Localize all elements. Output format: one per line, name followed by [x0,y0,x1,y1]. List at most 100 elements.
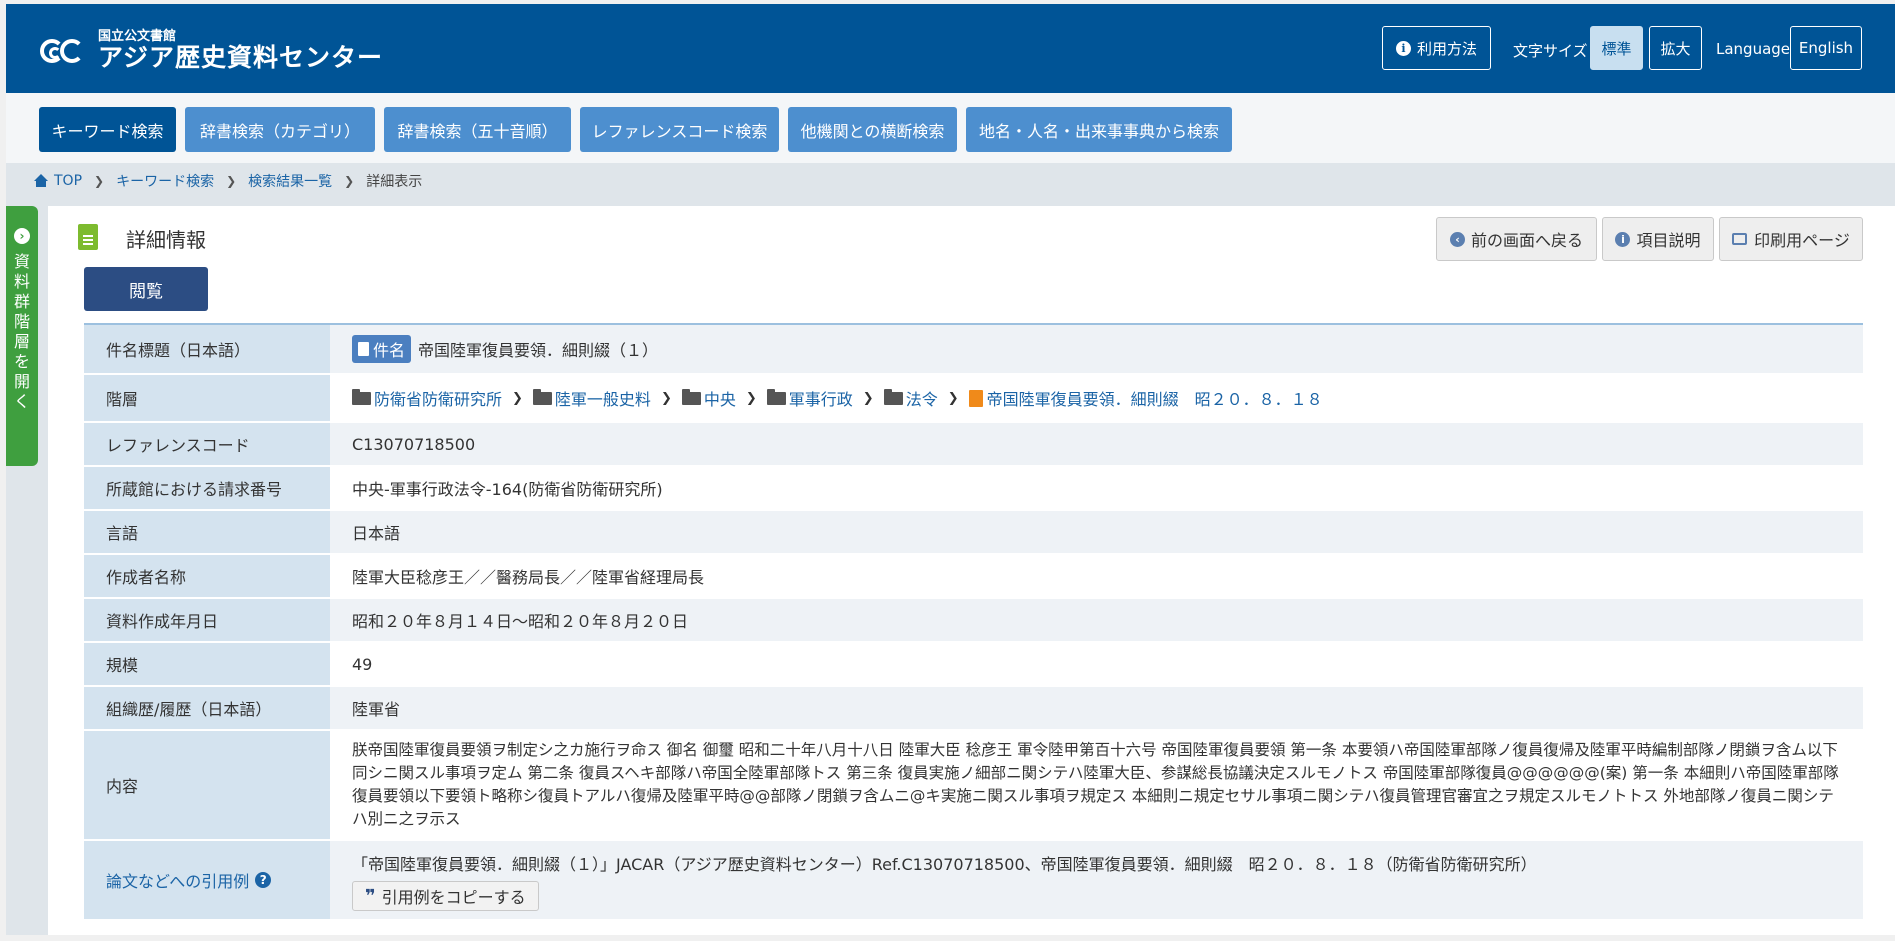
table-row: 所蔵館における請求番号 中央-軍事行政法令-164(防衛省防衛研究所) [84,467,1863,511]
hierarchy-link[interactable]: 中央 [704,386,736,410]
citation-value: 「帝国陸軍復員要領．細則綴（１）」JACAR（アジア歴史資料センター）Ref.C… [352,855,1537,874]
logo-mark-icon [40,33,92,69]
info-icon: i [1615,231,1631,247]
document-icon [78,224,98,250]
tab-keyword-search[interactable]: キーワード検索 [39,107,176,152]
chevron-right-icon: ❯ [512,390,523,406]
explain-button[interactable]: i 項目説明 [1602,217,1714,261]
table-row: レファレンスコード C13070718500 [84,423,1863,467]
help-icon[interactable]: ? [255,872,272,888]
language-label: Language [1716,40,1791,58]
search-nav: キーワード検索 辞書検索（カテゴリ） 辞書検索（五十音順） レファレンスコード検… [6,93,1895,163]
hierarchy-link[interactable]: 帝国陸軍復員要領．細則綴 昭２０．８．１８ [987,386,1323,410]
back-button[interactable]: ‹ 前の画面へ戻る [1436,217,1597,261]
usage-label: 利用方法 [1416,39,1477,58]
language-value: 日本語 [330,511,1863,553]
font-size-label: 文字サイズ [1513,42,1588,60]
quote-icon: ❞ [365,885,376,907]
tab-dictionary-category[interactable]: 辞書検索（カテゴリ） [185,107,375,152]
item-badge: 件名 [352,335,412,363]
printer-icon [1732,233,1748,245]
tab-dictionary-gojuon[interactable]: 辞書検索（五十音順） [384,107,571,152]
logo-subtitle: 国立公文書館 [98,29,177,44]
logo-title: アジア歴史資料センター [98,43,384,72]
chevron-right-icon: › [14,228,30,244]
breadcrumb: TOP ❯ キーワード検索 ❯ 検索結果一覧 ❯ 詳細表示 [33,171,422,191]
tab-reference-code-search[interactable]: レファレンスコード検索 [580,107,779,152]
chevron-right-icon: ❯ [94,174,105,188]
row-label: 階層 [84,375,330,421]
refcode-value: C13070718500 [330,423,1863,465]
hierarchy-link[interactable]: 陸軍一般史料 [555,386,651,410]
hierarchy-link[interactable]: 防衛省防衛研究所 [374,386,502,410]
chevron-right-icon: ❯ [226,174,237,188]
home-icon [33,174,49,188]
table-row: 組織歴/履歴（日本語） 陸軍省 [84,687,1863,731]
breadcrumb-keyword-search[interactable]: キーワード検索 [116,171,214,191]
hierarchy-open-label: 資料群階層を開く [13,252,30,411]
copy-citation-label: 引用例をコピーする [381,888,526,907]
organization-value: 陸軍省 [330,687,1863,729]
folder-icon [352,388,371,405]
table-row: 論文などへの引用例 ? 「帝国陸軍復員要領．細則綴（１）」JACAR（アジア歴史… [84,841,1863,921]
breadcrumb-top[interactable]: TOP [54,173,82,189]
chevron-right-icon: ❯ [344,174,355,188]
english-button[interactable]: English [1790,26,1862,70]
citation-label[interactable]: 論文などへの引用例 [106,868,249,892]
back-button-label: 前の画面へ戻る [1470,231,1583,250]
row-label: 規模 [84,643,330,685]
explain-button-label: 項目説明 [1636,231,1701,250]
view-button[interactable]: 閲覧 [84,267,208,311]
folder-icon [681,388,701,405]
table-row: 作成者名称 陸軍大臣稔彦王／／醫務局長／／陸軍省経理局長 [84,555,1863,599]
author-value: 陸軍大臣稔彦王／／醫務局長／／陸軍省経理局長 [330,555,1863,597]
page-title: 詳細情報 [126,228,206,252]
site-logo[interactable]: 国立公文書館 アジア歴史資料センター [40,30,383,72]
row-label: 内容 [84,731,330,839]
folder-icon [766,388,786,405]
folder-icon [532,388,552,405]
date-value: 昭和２０年８月１４日～昭和２０年８月２０日 [330,599,1863,641]
usage-button[interactable]: i 利用方法 [1382,26,1491,70]
content-value: 朕帝国陸軍復員要領ヲ制定シ之カ施行ヲ命ス 御名 御璽 昭和二十年八月十八日 陸軍… [352,741,1839,828]
font-standard-button[interactable]: 標準 [1590,26,1643,70]
row-label: 作成者名称 [84,555,330,597]
print-button-label: 印刷用ページ [1754,231,1850,250]
row-label: 資料作成年月日 [84,599,330,641]
table-row: 規模 49 [84,643,1863,687]
info-icon: i [1395,40,1411,56]
arrow-left-icon: ‹ [1449,231,1465,247]
title-value: 帝国陸軍復員要領．細則綴（１） [418,341,659,360]
breadcrumb-results[interactable]: 検索結果一覧 [248,171,332,191]
row-label: 件名標題（日本語） [84,325,330,373]
detail-table: 件名標題（日本語） 件名 帝国陸軍復員要領．細則綴（１） 階層 防衛省防衛研究所… [84,323,1863,921]
breadcrumb-current: 詳細表示 [366,174,423,190]
row-label: 所蔵館における請求番号 [84,467,330,509]
tab-encyclopedia-search[interactable]: 地名・人名・出来事事典から検索 [966,107,1232,152]
row-label: レファレンスコード [84,423,330,465]
chevron-right-icon: ❯ [745,390,757,406]
site-header: 国立公文書館 アジア歴史資料センター i 利用方法 文字サイズ 標準 拡大 La… [6,4,1895,93]
font-large-button[interactable]: 拡大 [1649,26,1702,70]
print-button[interactable]: 印刷用ページ [1719,217,1863,261]
table-row: 資料作成年月日 昭和２０年８月１４日～昭和２０年８月２０日 [84,599,1863,643]
table-row: 階層 防衛省防衛研究所 ❯ 陸軍一般史料 ❯ 中央 ❯ 軍事行政 ❯ 法令 ❯ … [84,375,1863,423]
hierarchy-link[interactable]: 法令 [906,386,938,410]
table-row: 内容 朕帝国陸軍復員要領ヲ制定シ之カ施行ヲ命ス 御名 御璽 昭和二十年八月十八日… [84,731,1863,841]
table-row: 言語 日本語 [84,511,1863,555]
row-label: 言語 [84,511,330,553]
request-number-value: 中央-軍事行政法令-164(防衛省防衛研究所) [330,467,1863,509]
copy-citation-button[interactable]: ❞ 引用例をコピーする [352,881,539,911]
row-label: 組織歴/履歴（日本語） [84,687,330,729]
chevron-right-icon: ❯ [862,390,874,406]
book-icon [968,389,983,407]
hierarchy-path: 防衛省防衛研究所 ❯ 陸軍一般史料 ❯ 中央 ❯ 軍事行政 ❯ 法令 ❯ 帝国陸… [352,386,1323,410]
hierarchy-link[interactable]: 軍事行政 [789,386,853,410]
tab-cross-search[interactable]: 他機関との横断検索 [788,107,957,152]
table-row: 件名標題（日本語） 件名 帝国陸軍復員要領．細則綴（１） [84,325,1863,375]
folder-icon [883,388,903,405]
chevron-right-icon: ❯ [660,390,672,406]
scale-value: 49 [330,643,1863,685]
hierarchy-open-tab[interactable]: › 資料群階層を開く [6,206,38,466]
page-icon [358,342,369,356]
